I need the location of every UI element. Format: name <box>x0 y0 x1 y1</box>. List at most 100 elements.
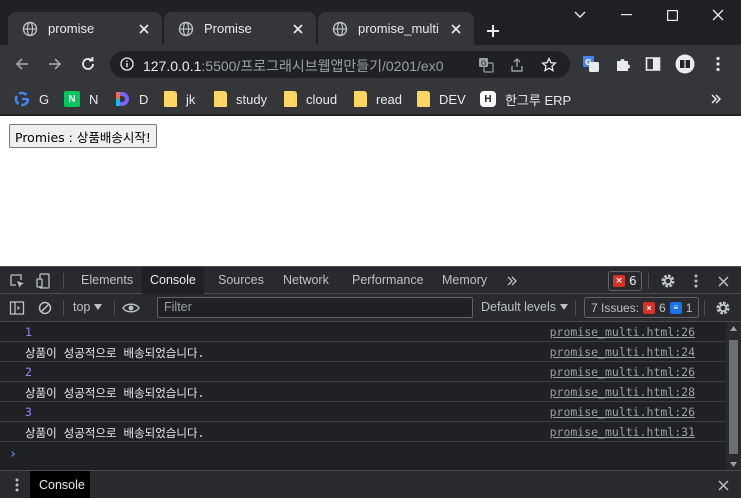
console-log-row: 상품이 성공적으로 배송되었습니다. promise_multi.html:28 <box>0 382 726 402</box>
maximize-icon <box>666 9 678 21</box>
settings-gear-icon[interactable] <box>659 272 677 290</box>
log-source-link[interactable]: promise_multi.html:24 <box>550 345 695 359</box>
scrollbar-thumb[interactable] <box>729 340 738 454</box>
console-log-row: 상품이 성공적으로 배송되었습니다. promise_multi.html:31 <box>0 422 726 442</box>
error-icon: × <box>613 275 625 287</box>
device-toolbar-icon[interactable] <box>35 272 53 290</box>
log-source-link[interactable]: promise_multi.html:31 <box>550 425 695 439</box>
d-logo-icon <box>114 91 130 107</box>
log-message: 2 <box>25 365 32 379</box>
console-log-row: 2 promise_multi.html:26 <box>0 362 726 382</box>
issues-error-count: 6 <box>659 300 666 315</box>
scroll-down-arrow-icon[interactable] <box>730 462 737 467</box>
devtools-tab-elements[interactable]: Elements <box>73 267 141 294</box>
info-icon[interactable] <box>120 57 134 71</box>
bookmark-folder-study[interactable]: study <box>214 89 267 109</box>
toolbar-divider <box>648 273 649 289</box>
bookmark-label: read <box>376 91 403 107</box>
forward-button[interactable] <box>43 52 67 76</box>
log-levels-select[interactable]: Default levels <box>481 300 569 314</box>
tab-promise[interactable]: promise <box>8 12 162 45</box>
console-filter-input[interactable]: Filter <box>157 297 473 318</box>
devtools-tab-sources[interactable]: Sources <box>210 267 272 294</box>
extensions-puzzle-icon[interactable] <box>613 54 633 74</box>
maximize-button[interactable] <box>649 0 695 30</box>
folder-icon <box>284 91 297 107</box>
bookmark-folder-read[interactable]: read <box>354 89 402 109</box>
close-devtools-icon[interactable] <box>714 272 732 290</box>
close-drawer-icon[interactable] <box>714 476 732 494</box>
show-sidebar-icon[interactable] <box>8 299 26 317</box>
side-panel-icon[interactable] <box>643 54 663 74</box>
close-icon[interactable] <box>448 21 464 37</box>
tab-title: Promise <box>204 21 252 36</box>
bookmark-g[interactable]: G <box>14 89 49 109</box>
folder-icon <box>417 91 430 107</box>
devtools-tab-performance[interactable]: Performance <box>344 267 432 294</box>
profile-avatar[interactable] <box>675 54 695 74</box>
address-bar[interactable]: 127.0.0.1:5500/프로그래시브웹앱만들기/0201/ex0... G <box>110 51 570 78</box>
drawer-tab-console[interactable]: Console <box>30 471 90 498</box>
bookmark-n[interactable]: N N <box>64 89 98 109</box>
log-source-link[interactable]: promise_multi.html:26 <box>550 405 695 419</box>
customize-menu-icon[interactable] <box>687 272 705 290</box>
start-delivery-button[interactable]: Promies : 상품배송시작! <box>9 124 157 148</box>
bookmark-folder-cloud[interactable]: cloud <box>284 89 337 109</box>
close-window-button[interactable] <box>695 0 741 30</box>
url-host: 127.0.0.1 <box>143 58 202 74</box>
translate-icon[interactable]: G <box>477 56 495 74</box>
info-message-icon: ≡ <box>669 301 682 314</box>
context-select[interactable]: top <box>73 300 103 314</box>
clear-console-icon[interactable] <box>36 299 54 317</box>
back-button[interactable] <box>10 52 34 76</box>
share-icon[interactable] <box>508 56 526 74</box>
page-content: Promies : 상품배송시작! <box>0 116 741 266</box>
minimize-button[interactable] <box>603 0 649 30</box>
bookmark-label: 한그루 ERP <box>505 92 572 108</box>
bookmark-label: N <box>89 91 99 107</box>
globe-icon <box>22 21 38 36</box>
reload-button[interactable] <box>76 52 100 76</box>
console-scrollbar[interactable] <box>726 322 741 472</box>
browser-window: promise Promise promise_multi 127.0.0.1:… <box>0 0 741 498</box>
devtools-tab-memory[interactable]: Memory <box>434 267 495 294</box>
bookmark-folder-dev[interactable]: DEV <box>417 89 466 109</box>
log-source-link[interactable]: promise_multi.html:26 <box>550 365 695 379</box>
log-message: 1 <box>25 325 32 339</box>
svg-text:G: G <box>585 58 592 67</box>
tab-promise-multi[interactable]: promise_multi <box>318 12 474 45</box>
google-translate-extension-icon[interactable]: G <box>581 54 601 74</box>
tab-promise-2[interactable]: Promise <box>164 12 316 45</box>
log-source-link[interactable]: promise_multi.html:26 <box>550 325 695 339</box>
new-tab-button[interactable] <box>480 18 506 44</box>
issues-button[interactable]: 7 Issues: × 6 ≡ 1 <box>584 297 700 318</box>
more-menu-icon[interactable] <box>708 54 728 74</box>
bookmarks-bar: G N N D jk study cloud read DEV H 한그루 ER… <box>0 83 741 115</box>
scroll-up-arrow-icon[interactable] <box>730 326 737 331</box>
devtools-tab-network[interactable]: Network <box>275 267 337 294</box>
more-tabs-icon[interactable] <box>503 272 521 290</box>
devtools-tab-console[interactable]: Console <box>142 267 204 294</box>
bookmark-label: D <box>139 91 149 107</box>
minimize-icon <box>620 14 632 16</box>
drawer-menu-icon[interactable] <box>8 476 26 494</box>
bookmarks-overflow-button[interactable] <box>711 89 721 109</box>
bookmark-d[interactable]: D <box>114 89 148 109</box>
error-icon: × <box>643 301 656 314</box>
tab-search-button[interactable] <box>557 0 603 30</box>
close-icon[interactable] <box>136 21 152 37</box>
console-prompt[interactable]: › <box>9 447 17 462</box>
bookmark-erp[interactable]: H 한그루 ERP <box>480 89 571 109</box>
devtools-panel: Elements Console Sources Network Perform… <box>0 266 741 498</box>
toolbar-divider <box>704 300 705 316</box>
close-icon[interactable] <box>290 21 306 37</box>
close-icon <box>712 9 724 21</box>
error-count-badge[interactable]: × 6 <box>608 271 642 291</box>
bookmark-folder-jk[interactable]: jk <box>164 89 195 109</box>
issues-label: 7 Issues: <box>591 300 640 315</box>
bookmark-star-icon[interactable] <box>540 56 558 74</box>
live-expression-eye-icon[interactable] <box>122 299 140 317</box>
console-settings-gear-icon[interactable] <box>714 299 732 317</box>
log-source-link[interactable]: promise_multi.html:28 <box>550 385 695 399</box>
inspect-element-icon[interactable] <box>8 272 26 290</box>
